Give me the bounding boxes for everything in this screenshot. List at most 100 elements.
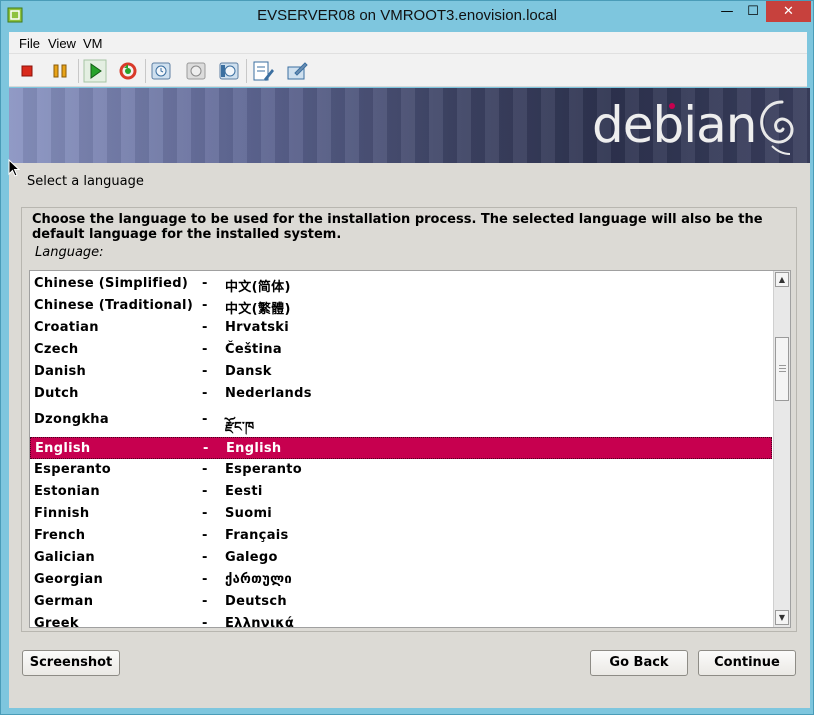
revert-snapshot-icon[interactable]	[184, 59, 208, 83]
toolbar-separator	[145, 59, 146, 83]
language-native-name: 中文(繁體)	[225, 302, 291, 317]
language-name: Georgian	[34, 572, 104, 587]
language-native-name: English	[226, 441, 282, 456]
thumb-grip	[779, 368, 786, 369]
menu-bar: File View VM	[9, 32, 807, 54]
language-name: Finnish	[34, 506, 90, 521]
language-separator: -	[203, 441, 209, 456]
language-name: Dutch	[34, 386, 79, 401]
language-option[interactable]: Georgian - ქართული	[30, 569, 772, 591]
edit-settings-icon[interactable]	[251, 59, 275, 83]
language-separator: -	[202, 386, 208, 401]
pause-icon[interactable]	[48, 59, 72, 83]
language-separator: -	[202, 616, 208, 628]
page-title: Select a language	[27, 174, 144, 189]
language-native-name: Ελληνικά	[225, 616, 295, 628]
language-native-name: Français	[225, 528, 289, 543]
language-native-name: Hrvatski	[225, 320, 289, 335]
language-separator: -	[202, 572, 208, 587]
scroll-thumb[interactable]	[775, 337, 789, 401]
debian-logo-dot	[669, 103, 675, 109]
vm-console-screen[interactable]: debian Select a language Choose the lang…	[9, 88, 810, 708]
screenshot-button[interactable]: Screenshot	[22, 650, 120, 676]
language-name: Czech	[34, 342, 79, 357]
language-separator: -	[202, 276, 208, 291]
language-native-name: Galego	[225, 550, 278, 565]
language-separator: -	[202, 528, 208, 543]
language-name: Croatian	[34, 320, 99, 335]
language-native-name: Esperanto	[225, 462, 303, 477]
language-panel: Choose the language to be used for the i…	[21, 207, 797, 632]
language-separator: -	[202, 342, 208, 357]
menu-vm[interactable]: VM	[83, 36, 103, 51]
title-bar[interactable]: EVSERVER08 on VMROOT3.enovision.local — …	[1, 1, 813, 31]
language-native-name: Eesti	[225, 484, 263, 499]
language-option[interactable]: Esperanto - Esperanto	[30, 459, 772, 481]
scroll-up-button[interactable]: ▲	[775, 272, 789, 287]
language-separator: -	[202, 594, 208, 609]
listbox-scrollbar[interactable]: ▲ ▼	[773, 271, 790, 627]
mouse-pointer-icon	[8, 159, 20, 177]
toolbar	[9, 54, 807, 87]
maximize-button[interactable]: ☐	[740, 1, 766, 22]
debian-swirl-icon	[760, 100, 794, 155]
menu-file[interactable]: File	[19, 36, 40, 51]
language-separator: -	[202, 484, 208, 499]
language-name: German	[34, 594, 94, 609]
reset-icon[interactable]	[116, 59, 140, 83]
language-separator: -	[202, 320, 208, 335]
scroll-down-button[interactable]: ▼	[775, 610, 789, 625]
menu-view[interactable]: View	[48, 36, 76, 51]
language-name: Dzongkha	[34, 412, 109, 427]
language-native-name: Nederlands	[225, 386, 312, 401]
language-option[interactable]: French - Français	[30, 525, 772, 547]
language-option[interactable]: German - Deutsch	[30, 591, 772, 613]
continue-button[interactable]: Continue	[698, 650, 796, 676]
manage-snapshots-icon[interactable]	[217, 59, 241, 83]
language-native-name: Čeština	[225, 342, 282, 357]
play-icon[interactable]	[83, 59, 107, 83]
minimize-button[interactable]: —	[714, 1, 740, 22]
language-option[interactable]: Dutch - Nederlands	[30, 383, 772, 405]
language-option[interactable]: Czech - Čeština	[30, 339, 772, 361]
language-native-name: ქართული	[225, 572, 293, 587]
stop-icon[interactable]	[15, 59, 39, 83]
toolbar-separator	[246, 59, 247, 83]
close-button[interactable]: ✕	[766, 1, 811, 22]
language-option[interactable]: Galician - Galego	[30, 547, 772, 569]
debian-banner: debian	[9, 88, 810, 163]
language-list-label: Language:	[35, 245, 104, 260]
go-back-button[interactable]: Go Back	[590, 650, 688, 676]
language-option[interactable]: Danish - Dansk	[30, 361, 772, 383]
instructions-text: Choose the language to be used for the i…	[32, 212, 763, 242]
language-option[interactable]: Dzongkha - རྫོང་ཁ	[30, 405, 772, 435]
language-name: Greek	[34, 616, 79, 628]
language-native-name: Dansk	[225, 364, 272, 379]
language-option[interactable]: Finnish - Suomi	[30, 503, 772, 525]
thumb-grip	[779, 371, 786, 372]
language-name: Chinese (Traditional)	[34, 298, 194, 313]
console-settings-icon[interactable]	[285, 59, 309, 83]
language-name: Chinese (Simplified)	[34, 276, 189, 291]
language-name: Galician	[34, 550, 95, 565]
language-option[interactable]: English - English	[30, 437, 772, 459]
language-listbox[interactable]: Chinese (Simplified) - 中文(简体) Chinese (Trad…	[29, 270, 791, 628]
language-option[interactable]: Estonian - Eesti	[30, 481, 772, 503]
language-name: Estonian	[34, 484, 100, 499]
language-name: Esperanto	[34, 462, 112, 477]
window-title: EVSERVER08 on VMROOT3.enovision.local	[257, 7, 557, 24]
language-name: English	[35, 441, 91, 456]
toolbar-separator	[78, 59, 79, 83]
language-option[interactable]: Greek - Ελληνικά	[30, 613, 772, 628]
language-option[interactable]: Chinese (Traditional) - 中文(繁體)	[30, 295, 772, 317]
language-name: French	[34, 528, 86, 543]
language-separator: -	[202, 298, 208, 313]
language-native-name: Deutsch	[225, 594, 287, 609]
snapshot-icon[interactable]	[149, 59, 173, 83]
vm-console-window: EVSERVER08 on VMROOT3.enovision.local — …	[0, 0, 814, 715]
language-option[interactable]: Chinese (Simplified) - 中文(简体)	[30, 273, 772, 295]
language-separator: -	[202, 412, 208, 427]
language-separator: -	[202, 506, 208, 521]
language-option[interactable]: Croatian - Hrvatski	[30, 317, 772, 339]
thumb-grip	[779, 365, 786, 366]
